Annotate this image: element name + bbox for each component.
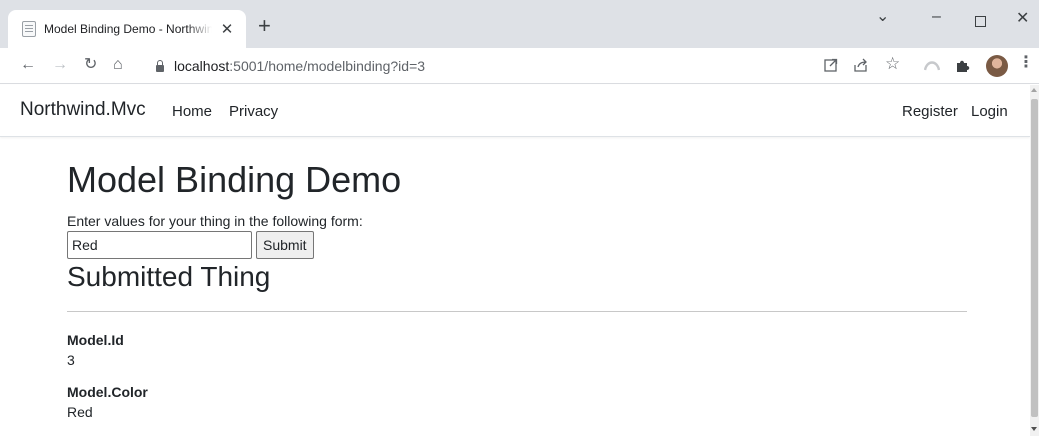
thing-form: Submit: [67, 231, 967, 259]
field-value-color: Red: [67, 404, 93, 420]
nav-link-home[interactable]: Home: [172, 103, 212, 120]
field-label-color: Model.Color: [67, 384, 148, 400]
scroll-up-icon[interactable]: [1031, 88, 1037, 92]
main-content: Model Binding Demo Enter values for your…: [67, 150, 967, 434]
browser-tab[interactable]: Model Binding Demo - Northwind.Mvc ✕: [8, 10, 246, 48]
color-input[interactable]: [67, 231, 252, 259]
url-text: localhost:5001/home/modelbinding?id=3: [174, 58, 425, 74]
maximize-icon[interactable]: [975, 16, 986, 27]
nav-link-register[interactable]: Register: [902, 103, 958, 120]
url-path: :5001/home/modelbinding?id=3: [229, 58, 426, 74]
forward-icon[interactable]: →: [52, 56, 68, 74]
open-in-new-icon[interactable]: [824, 58, 838, 72]
site-navbar: Northwind.Mvc Home Privacy Register Logi…: [0, 85, 1030, 137]
nav-link-login[interactable]: Login: [971, 103, 1008, 120]
profile-avatar[interactable]: [986, 55, 1008, 77]
extension-icon[interactable]: [924, 59, 940, 71]
home-icon[interactable]: ⌂: [113, 56, 123, 74]
minimize-icon[interactable]: –: [932, 8, 941, 26]
reload-icon[interactable]: ↻: [84, 56, 97, 74]
puzzle-icon[interactable]: [955, 58, 970, 73]
page-title: Model Binding Demo: [67, 159, 402, 200]
brand-link[interactable]: Northwind.Mvc: [20, 99, 146, 121]
submitted-heading: Submitted Thing: [67, 261, 271, 292]
scrollbar-thumb[interactable]: [1031, 99, 1038, 417]
page-scrollbar[interactable]: [1030, 85, 1039, 436]
lock-icon[interactable]: [156, 59, 164, 72]
submitted-details: Model.Id 3 Model.Color Red: [67, 330, 967, 422]
nav-link-privacy[interactable]: Privacy: [229, 103, 278, 120]
scroll-down-icon[interactable]: [1031, 427, 1037, 431]
share-icon[interactable]: [853, 58, 869, 72]
browser-toolbar: ← → ↻ ⌂ localhost:5001/home/modelbinding…: [0, 48, 1039, 84]
menu-icon[interactable]: ⋮: [1018, 54, 1034, 72]
submit-button[interactable]: Submit: [256, 231, 314, 259]
tab-strip: Model Binding Demo - Northwind.Mvc ✕ + ⌄…: [0, 0, 1039, 48]
url-host: localhost: [174, 58, 230, 74]
close-tab-icon[interactable]: ✕: [218, 20, 236, 38]
form-instructions: Enter values for your thing in the follo…: [67, 213, 363, 229]
field-value-id: 3: [67, 352, 75, 368]
tab-title: Model Binding Demo - Northwind.Mvc: [44, 22, 212, 36]
back-icon[interactable]: ←: [20, 56, 36, 74]
new-tab-button[interactable]: +: [258, 15, 271, 37]
page-favicon-icon: [22, 21, 36, 37]
tab-search-chevron-icon[interactable]: ⌄: [876, 6, 889, 26]
bookmark-star-icon[interactable]: ☆: [885, 55, 900, 73]
address-bar[interactable]: localhost:5001/home/modelbinding?id=3: [140, 52, 910, 80]
close-window-icon[interactable]: ✕: [1016, 8, 1029, 28]
field-label-id: Model.Id: [67, 332, 124, 348]
divider: [67, 311, 967, 312]
